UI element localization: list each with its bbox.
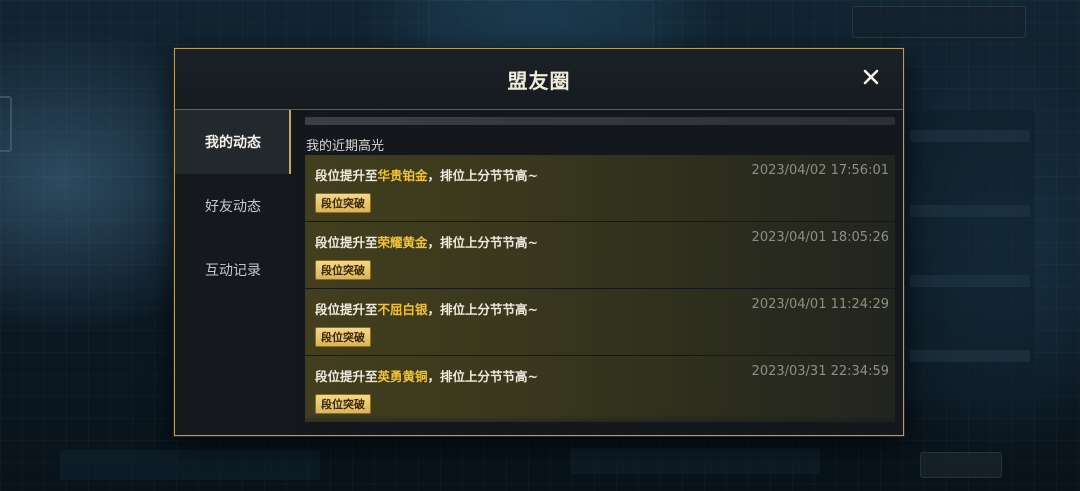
feed-timestamp: 2023/03/31 22:34:59 <box>751 364 889 379</box>
background-hex-icon <box>0 96 12 152</box>
feed-list: 段位提升至华贵铂金，排位上分节节高~ 2023/04/02 17:56:01 段… <box>305 155 895 423</box>
rank-name: 不屈白银 <box>377 302 428 317</box>
background-list-row <box>910 205 1030 217</box>
feed-text: 段位提升至华贵铂金，排位上分节节高~ <box>315 165 538 184</box>
rank-name: 英勇黄铜 <box>377 369 428 384</box>
background-list-row <box>910 275 1030 287</box>
feed-timestamp: 2023/04/01 18:05:26 <box>751 230 889 245</box>
feed-suffix: ，排位上分节节高~ <box>427 369 539 384</box>
feed-prefix: 段位提升至 <box>315 302 378 317</box>
feed-suffix: ，排位上分节节高~ <box>427 168 539 183</box>
rank-breakthrough-badge: 段位突破 <box>315 193 371 213</box>
tab-label: 我的动态 <box>205 135 261 151</box>
tab-interaction-records[interactable]: 互动记录 <box>175 238 291 302</box>
section-title: 我的近期高光 <box>306 139 385 154</box>
rank-breakthrough-badge: 段位突破 <box>315 394 371 414</box>
feed-prefix: 段位提升至 <box>315 369 378 384</box>
feed-suffix: ，排位上分节节高~ <box>427 235 539 250</box>
background-top-panel <box>428 0 654 50</box>
feed-timestamp: 2023/04/02 17:56:01 <box>751 163 889 178</box>
feed-item[interactable]: 段位提升至荣耀黄金，排位上分节节高~ 2023/04/01 18:05:26 段… <box>305 222 895 288</box>
background-bottom-bar <box>60 450 320 480</box>
feed-item[interactable]: 段位提升至英勇黄铜，排位上分节节高~ 2023/03/31 22:34:59 段… <box>305 356 895 422</box>
background-bottom-right <box>920 452 1002 478</box>
background-list-row <box>910 350 1030 362</box>
scroll-fade <box>305 415 895 431</box>
feed-text: 段位提升至荣耀黄金，排位上分节节高~ <box>315 232 538 251</box>
feed-prefix: 段位提升至 <box>315 168 378 183</box>
feed-item[interactable]: 段位提升至不屈白银，排位上分节节高~ 2023/04/01 11:24:29 段… <box>305 289 895 355</box>
rank-name: 华贵铂金 <box>377 168 428 183</box>
rank-name: 荣耀黄金 <box>377 235 428 250</box>
ally-circle-dialog: 盟友圈 我的动态 好友动态 互动记录 我的近期高光 段位提升至华贵铂金，排位上分… <box>174 48 904 436</box>
dialog-title: 盟友圈 <box>507 69 571 93</box>
close-icon <box>863 69 879 85</box>
close-button[interactable] <box>857 63 885 91</box>
sidebar: 我的动态 好友动态 互动记录 <box>175 110 291 435</box>
feed-item[interactable]: 段位提升至华贵铂金，排位上分节节高~ 2023/04/02 17:56:01 段… <box>305 155 895 221</box>
tab-my-updates[interactable]: 我的动态 <box>175 110 291 174</box>
background-top-right-panel <box>852 6 1026 38</box>
feed-text: 段位提升至英勇黄铜，排位上分节节高~ <box>315 366 538 385</box>
content-panel[interactable]: 我的近期高光 段位提升至华贵铂金，排位上分节节高~ 2023/04/02 17:… <box>305 117 895 431</box>
background-list-row <box>910 130 1030 142</box>
feed-suffix: ，排位上分节节高~ <box>427 302 539 317</box>
feed-text: 段位提升至不屈白银，排位上分节节高~ <box>315 299 538 318</box>
feed-timestamp: 2023/04/01 11:24:29 <box>751 297 889 312</box>
rank-breakthrough-badge: 段位突破 <box>315 327 371 347</box>
tab-friend-updates[interactable]: 好友动态 <box>175 174 291 238</box>
tab-label: 好友动态 <box>205 199 261 215</box>
dialog-header: 盟友圈 <box>175 49 903 110</box>
content-top-bar <box>305 117 895 125</box>
feed-prefix: 段位提升至 <box>315 235 378 250</box>
rank-breakthrough-badge: 段位突破 <box>315 260 371 280</box>
tab-label: 互动记录 <box>205 263 261 279</box>
background-bottom-mid <box>570 448 820 474</box>
